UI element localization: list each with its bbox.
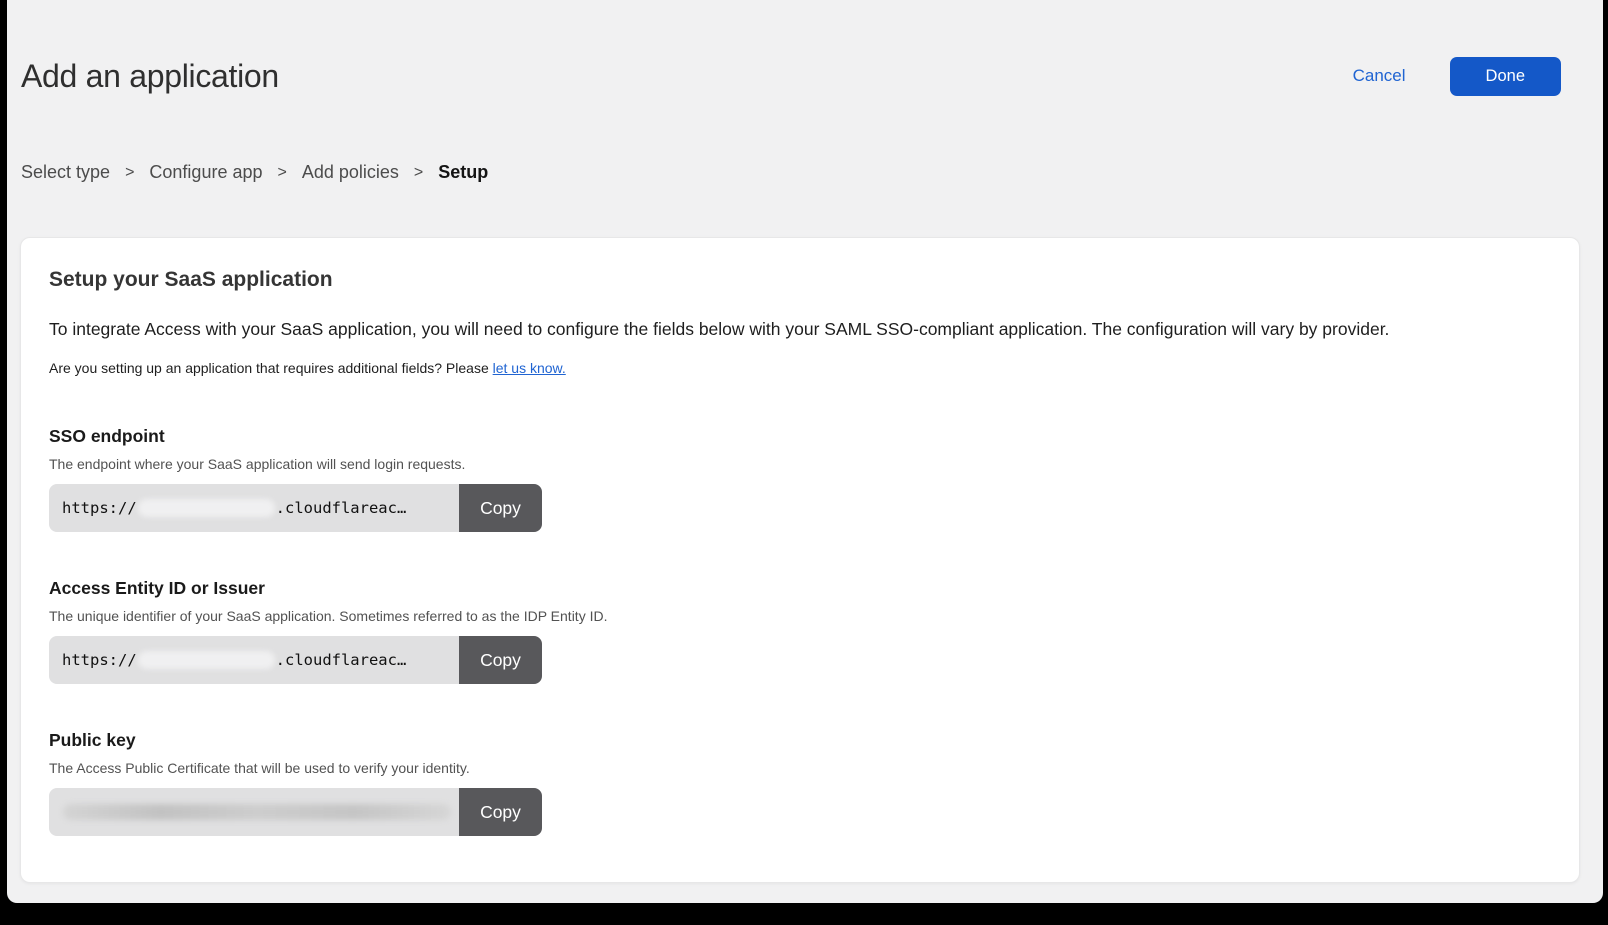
page-header: Add an application Cancel Done [7, 0, 1603, 96]
screenshot-frame: { "header": { "title": "Add an applicati… [0, 0, 1608, 925]
field-description: The Access Public Certificate that will … [49, 760, 1551, 776]
field-row: https:// .cloudflareac… Copy [49, 484, 542, 532]
field-value [49, 788, 459, 836]
header-actions: Cancel Done [1353, 57, 1561, 96]
value-suffix: .cloudflareac… [276, 499, 407, 517]
card-heading: Setup your SaaS application [49, 268, 1551, 292]
breadcrumb-separator: > [125, 164, 134, 182]
field-row: https:// .cloudflareac… Copy [49, 636, 542, 684]
cancel-button[interactable]: Cancel [1353, 66, 1406, 86]
breadcrumb-separator: > [414, 164, 423, 182]
note-text: Are you setting up an application that r… [49, 360, 489, 376]
sso-endpoint-section: SSO endpoint The endpoint where your Saa… [49, 426, 1551, 532]
page: Add an application Cancel Done Select ty… [7, 0, 1603, 903]
breadcrumb-step-add-policies[interactable]: Add policies [302, 162, 399, 183]
value-prefix: https:// [62, 499, 137, 517]
breadcrumb-step-setup[interactable]: Setup [438, 162, 488, 183]
field-label: SSO endpoint [49, 426, 1551, 447]
field-value: https:// .cloudflareac… [49, 484, 459, 532]
field-value: https:// .cloudflareac… [49, 636, 459, 684]
field-row: Copy [49, 788, 542, 836]
card-intro: To integrate Access with your SaaS appli… [49, 318, 1551, 340]
copy-button[interactable]: Copy [459, 788, 542, 836]
copy-button[interactable]: Copy [459, 636, 542, 684]
field-description: The unique identifier of your SaaS appli… [49, 608, 1551, 624]
additional-fields-note: Are you setting up an application that r… [49, 360, 1551, 376]
breadcrumb-step-select-type[interactable]: Select type [21, 162, 110, 183]
breadcrumb: Select type > Configure app > Add polici… [7, 162, 1603, 183]
entity-id-section: Access Entity ID or Issuer The unique id… [49, 578, 1551, 684]
let-us-know-link[interactable]: let us know. [493, 360, 566, 376]
value-prefix: https:// [62, 651, 137, 669]
done-button[interactable]: Done [1450, 57, 1561, 96]
redacted-value [63, 804, 451, 820]
field-label: Public key [49, 730, 1551, 751]
value-suffix: .cloudflareac… [276, 651, 407, 669]
field-description: The endpoint where your SaaS application… [49, 456, 1551, 472]
redacted-value [138, 651, 275, 669]
breadcrumb-separator: > [278, 164, 287, 182]
redacted-value [138, 499, 275, 517]
field-label: Access Entity ID or Issuer [49, 578, 1551, 599]
public-key-section: Public key The Access Public Certificate… [49, 730, 1551, 836]
breadcrumb-step-configure-app[interactable]: Configure app [149, 162, 262, 183]
page-title: Add an application [21, 56, 279, 96]
setup-card: Setup your SaaS application To integrate… [20, 237, 1580, 883]
copy-button[interactable]: Copy [459, 484, 542, 532]
